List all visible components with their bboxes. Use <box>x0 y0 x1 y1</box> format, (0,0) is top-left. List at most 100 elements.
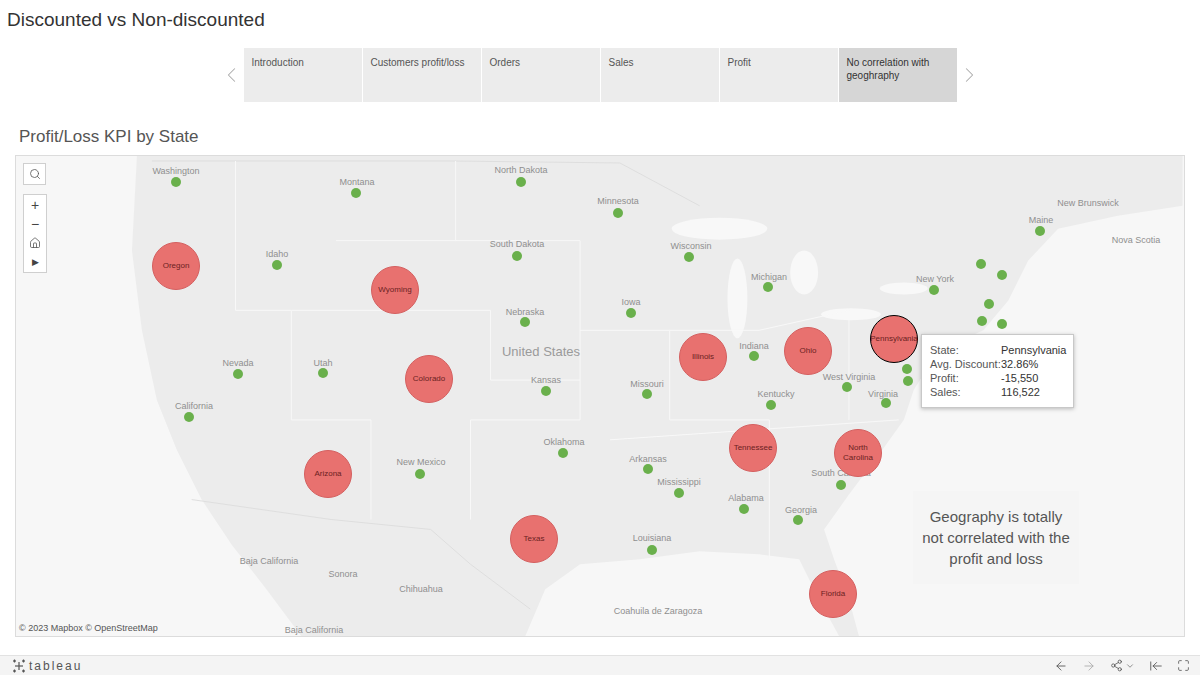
profit-marker[interactable] <box>520 317 530 327</box>
profit-marker[interactable] <box>647 545 657 555</box>
story-point-tab[interactable]: Customers profit/loss <box>363 48 481 102</box>
profit-marker[interactable] <box>836 480 846 490</box>
profit-marker[interactable] <box>763 282 773 292</box>
chevron-left-icon <box>219 62 244 88</box>
profit-marker[interactable] <box>1035 226 1045 236</box>
revert-icon[interactable] <box>1149 659 1163 673</box>
sheet-title: Profit/Loss KPI by State <box>19 126 1200 148</box>
loss-marker[interactable]: Oregon <box>152 242 200 290</box>
profit-marker[interactable] <box>793 515 803 525</box>
profit-marker[interactable] <box>902 364 912 374</box>
profit-marker[interactable] <box>881 398 891 408</box>
profit-marker[interactable] <box>977 316 987 326</box>
profit-marker[interactable] <box>929 285 939 295</box>
profit-marker[interactable] <box>903 376 913 386</box>
loss-marker[interactable]: North Carolina <box>834 429 882 477</box>
marker-label: Pennsylvania <box>868 334 920 344</box>
story-point-tab[interactable]: Orders <box>482 48 600 102</box>
loss-marker[interactable]: Ohio <box>784 327 832 375</box>
loss-marker[interactable]: Arizona <box>304 450 352 498</box>
loss-marker[interactable]: Pennsylvania <box>870 315 918 363</box>
profit-marker[interactable] <box>516 177 526 187</box>
profit-marker[interactable] <box>674 488 684 498</box>
map-label: West Virginia <box>823 372 876 383</box>
loss-marker[interactable]: Colorado <box>405 355 453 403</box>
loss-marker[interactable]: Florida <box>809 570 857 618</box>
profit-marker[interactable] <box>749 351 759 361</box>
story-points: IntroductionCustomers profit/lossOrdersS… <box>244 48 957 102</box>
zoom-in-button[interactable]: + <box>24 195 46 214</box>
story-point-tab[interactable]: Introduction <box>244 48 362 102</box>
share-icon <box>1110 659 1123 672</box>
map-label: Louisiana <box>633 533 672 544</box>
zoom-out-button[interactable]: − <box>24 214 46 233</box>
profit-marker[interactable] <box>512 251 522 261</box>
map-label: Oklahoma <box>543 437 584 448</box>
story-point-tab[interactable]: Profit <box>720 48 838 102</box>
expand-toolbar-button[interactable]: ▶ <box>24 252 46 272</box>
story-point-tab[interactable]: Sales <box>601 48 719 102</box>
map-label: Sonora <box>328 569 357 580</box>
tableau-logo[interactable]: tableau <box>12 659 82 673</box>
profit-marker[interactable] <box>171 177 181 187</box>
profit-marker[interactable] <box>613 208 623 218</box>
profit-marker[interactable] <box>558 448 568 458</box>
loss-marker[interactable]: Illinois <box>679 333 727 381</box>
tableau-logo-icon <box>12 659 26 673</box>
profit-marker[interactable] <box>541 386 551 396</box>
profit-marker[interactable] <box>318 368 328 378</box>
profit-marker[interactable] <box>739 504 749 514</box>
profit-marker[interactable] <box>643 464 653 474</box>
loss-marker[interactable]: Tennessee <box>729 424 777 472</box>
marker-label: Oregon <box>161 261 192 271</box>
map-label: Baja California <box>285 625 344 636</box>
redo-icon[interactable] <box>1082 659 1096 673</box>
profit-marker[interactable] <box>272 260 282 270</box>
fullscreen-icon[interactable] <box>1177 659 1190 672</box>
next-story-point-button[interactable] <box>957 48 982 102</box>
previous-story-point-button[interactable] <box>219 48 244 102</box>
profit-marker[interactable] <box>626 308 636 318</box>
loss-marker[interactable]: Texas <box>510 515 558 563</box>
map-label: Indiana <box>739 341 769 352</box>
map-label: Coahuila de Zaragoza <box>614 606 703 617</box>
profit-marker[interactable] <box>997 270 1007 280</box>
marker-label: Illinois <box>690 352 716 362</box>
map-label: New York <box>916 274 954 285</box>
reset-view-button[interactable] <box>24 233 46 252</box>
story-title: Discounted vs Non-discounted <box>7 8 1200 32</box>
map-search-button[interactable] <box>23 163 46 185</box>
loss-marker[interactable]: Wyoming <box>371 266 419 314</box>
profit-marker[interactable] <box>997 319 1007 329</box>
profit-marker[interactable] <box>184 412 194 422</box>
tooltip-key: Avg. Discount: <box>930 357 1001 371</box>
story-navigator: IntroductionCustomers profit/lossOrdersS… <box>0 48 1200 102</box>
tooltip-row: State:Pennsylvania <box>930 343 1065 357</box>
map-label: Iowa <box>621 297 640 308</box>
tooltip-key: Profit: <box>930 371 1001 385</box>
profit-marker[interactable] <box>351 188 361 198</box>
marker-label: Wyoming <box>376 285 413 295</box>
profit-marker[interactable] <box>842 382 852 392</box>
profit-marker[interactable] <box>415 469 425 479</box>
tooltip-value: Pennsylvania <box>1001 343 1066 357</box>
share-button[interactable] <box>1110 659 1135 672</box>
annotation: Geography is totally not correlated with… <box>913 491 1079 584</box>
story-point-tab[interactable]: No correlation with geoghraphy <box>839 48 957 102</box>
map-label: Michigan <box>751 272 787 283</box>
map-view[interactable]: WashingtonMontanaNorth DakotaMinnesotaNe… <box>15 155 1185 637</box>
marker-label: Tennessee <box>732 443 775 453</box>
search-icon <box>29 168 41 180</box>
tableau-wordmark: tableau <box>29 659 82 673</box>
profit-marker[interactable] <box>976 259 986 269</box>
undo-icon[interactable] <box>1054 659 1068 673</box>
map-label: Utah <box>313 358 332 369</box>
profit-marker[interactable] <box>642 389 652 399</box>
map-label: Arkansas <box>629 454 667 465</box>
profit-marker[interactable] <box>984 299 994 309</box>
profit-marker[interactable] <box>233 369 243 379</box>
profit-marker[interactable] <box>684 252 694 262</box>
tooltip-value: -15,550 <box>1001 371 1038 385</box>
map-label: Minnesota <box>597 196 639 207</box>
profit-marker[interactable] <box>766 400 776 410</box>
